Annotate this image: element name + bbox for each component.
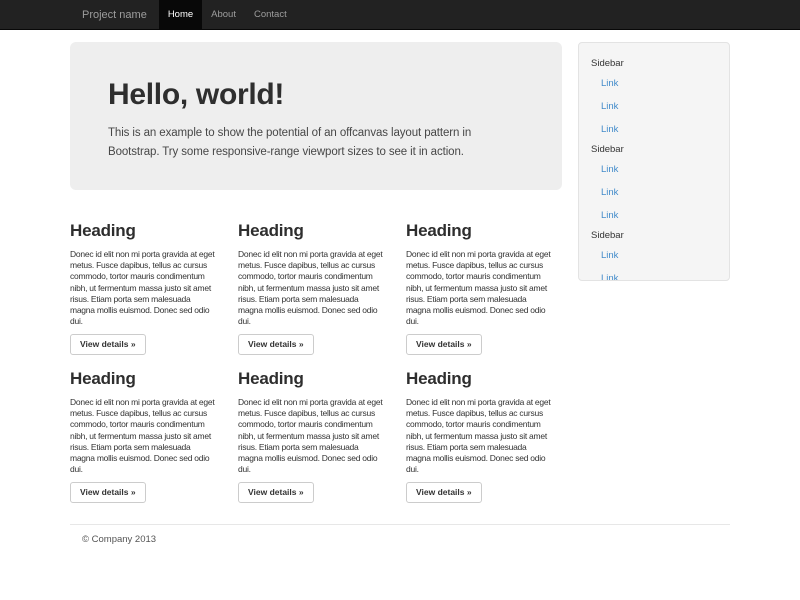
copyright-text: © Company 2013	[70, 525, 730, 545]
sidebar-group-heading: Sidebar	[579, 227, 729, 244]
sidebar-link[interactable]: Link	[579, 72, 729, 95]
card-body: Donec id elit non mi porta gravida at eg…	[70, 249, 226, 328]
view-details-button[interactable]: View details »	[70, 334, 146, 355]
sidebar-group-1: Sidebar Link Link Link	[579, 55, 729, 141]
navbar-container: Project name Home About Contact	[70, 0, 730, 29]
view-details-button[interactable]: View details »	[406, 482, 482, 503]
nav-item-about[interactable]: About	[202, 0, 245, 29]
card-5: Heading Donec id elit non mi porta gravi…	[238, 357, 394, 503]
card-2: Heading Donec id elit non mi porta gravi…	[238, 209, 394, 355]
navbar: Project name Home About Contact	[0, 0, 800, 30]
jumbotron: Hello, world! This is an example to show…	[70, 42, 562, 190]
view-details-button[interactable]: View details »	[406, 334, 482, 355]
cards-row-1: Heading Donec id elit non mi porta gravi…	[70, 209, 562, 355]
sidebar-group-heading: Sidebar	[579, 55, 729, 72]
card-body: Donec id elit non mi porta gravida at eg…	[406, 249, 562, 328]
sidebar-link[interactable]: Link	[579, 118, 729, 141]
card-6: Heading Donec id elit non mi porta gravi…	[406, 357, 562, 503]
page-title: Hello, world!	[108, 78, 524, 112]
navbar-brand[interactable]: Project name	[70, 0, 159, 29]
nav-item-home[interactable]: Home	[159, 0, 202, 29]
nav-item-contact[interactable]: Contact	[245, 0, 296, 29]
sidebar-link[interactable]: Link	[579, 181, 729, 204]
card-heading: Heading	[70, 221, 226, 241]
sidebar-link[interactable]: Link	[579, 267, 729, 281]
card-heading: Heading	[238, 221, 394, 241]
jumbotron-description: This is an example to show the potential…	[108, 124, 524, 161]
sidebar-group-heading: Sidebar	[579, 141, 729, 158]
card-body: Donec id elit non mi porta gravida at eg…	[406, 397, 562, 476]
card-body: Donec id elit non mi porta gravida at eg…	[238, 249, 394, 328]
card-heading: Heading	[70, 369, 226, 389]
page-container: Hello, world! This is an example to show…	[70, 30, 730, 545]
sidebar-link[interactable]: Link	[579, 158, 729, 181]
main-content: Hello, world! This is an example to show…	[70, 42, 562, 503]
card-heading: Heading	[238, 369, 394, 389]
navbar-menu: Home About Contact	[159, 0, 296, 29]
sidebar: Sidebar Link Link Link Sidebar Link Link…	[578, 42, 730, 281]
sidebar-link[interactable]: Link	[579, 204, 729, 227]
sidebar-group-3: Sidebar Link Link	[579, 227, 729, 281]
sidebar-link[interactable]: Link	[579, 244, 729, 267]
footer: © Company 2013	[70, 524, 730, 545]
view-details-button[interactable]: View details »	[70, 482, 146, 503]
card-heading: Heading	[406, 369, 562, 389]
view-details-button[interactable]: View details »	[238, 334, 314, 355]
card-4: Heading Donec id elit non mi porta gravi…	[70, 357, 226, 503]
view-details-button[interactable]: View details »	[238, 482, 314, 503]
card-body: Donec id elit non mi porta gravida at eg…	[238, 397, 394, 476]
card-3: Heading Donec id elit non mi porta gravi…	[406, 209, 562, 355]
sidebar-group-2: Sidebar Link Link Link	[579, 141, 729, 227]
card-1: Heading Donec id elit non mi porta gravi…	[70, 209, 226, 355]
main-row: Hello, world! This is an example to show…	[70, 30, 730, 503]
cards-row-2: Heading Donec id elit non mi porta gravi…	[70, 357, 562, 503]
sidebar-link[interactable]: Link	[579, 95, 729, 118]
card-body: Donec id elit non mi porta gravida at eg…	[70, 397, 226, 476]
card-heading: Heading	[406, 221, 562, 241]
